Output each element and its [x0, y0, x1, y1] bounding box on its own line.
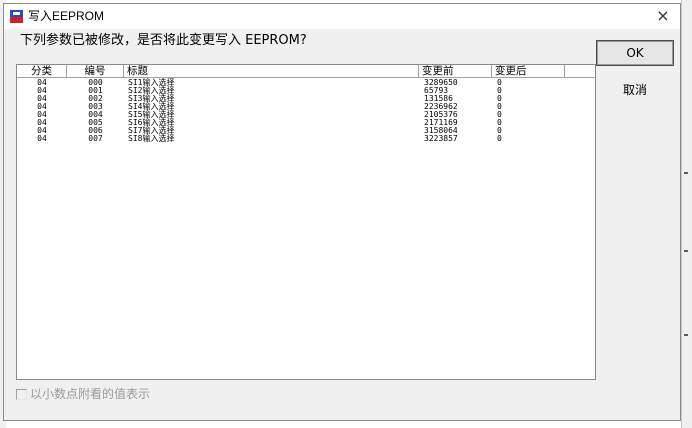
column-header-before[interactable]: 变更前	[419, 65, 492, 77]
cell-category: 04	[37, 134, 47, 143]
cell-before: 3223857	[424, 134, 458, 143]
background-mark	[684, 172, 688, 174]
list-rows: 04 000 SI1输入选择 3289650 0 04 001 SI2输入选择 65793 0 04…	[17, 79, 595, 143]
column-header-after[interactable]: 变更后	[492, 65, 565, 77]
cell-after: 0	[497, 86, 502, 95]
header-rule	[17, 77, 595, 78]
cell-after: 0	[497, 118, 502, 127]
cell-after: 0	[497, 78, 502, 87]
cell-after: 0	[497, 126, 502, 135]
background-mark	[684, 250, 688, 252]
background-window-right	[681, 0, 692, 428]
table-row[interactable]: 04 007 SI8输入选择 3223857 0	[17, 135, 595, 143]
list-header: 分类 编号 标题 变更前 变更后	[17, 65, 595, 77]
cell-after: 0	[497, 94, 502, 103]
prompt-text: 下列参数已被修改，是否将此变更写入 EEPROM?	[20, 33, 307, 48]
cell-number: 007	[88, 134, 103, 143]
eeprom-write-dialog: 写入EEPROM × 下列参数已被修改，是否将此变更写入 EEPROM? 分类 …	[3, 3, 681, 421]
table-row[interactable]: 04 002 SI3输入选择 131586 0	[17, 95, 595, 103]
table-row[interactable]: 04 003 SI4输入选择 2236962 0	[17, 103, 595, 111]
cell-after: 0	[497, 102, 502, 111]
window-title: 写入EEPROM	[28, 9, 105, 23]
column-header-title[interactable]: 标题	[124, 65, 419, 77]
table-row[interactable]: 04 001 SI2输入选择 65793 0	[17, 87, 595, 95]
column-header-category[interactable]: 分类	[17, 65, 67, 77]
table-row[interactable]: 04 006 SI7输入选择 3158064 0	[17, 127, 595, 135]
ok-button[interactable]: OK	[596, 40, 674, 66]
decimal-point-checkbox	[16, 389, 27, 400]
changed-parameters-list[interactable]: 分类 编号 标题 变更前 变更后 04 000 SI1输入选择 3289650 0 04 0…	[16, 64, 596, 380]
background-mark	[684, 334, 688, 336]
cancel-button[interactable]: 取消	[596, 77, 674, 103]
table-row[interactable]: 04 005 SI6输入选择 2171169 0	[17, 119, 595, 127]
app-icon	[10, 10, 23, 23]
column-header-number[interactable]: 编号	[67, 65, 124, 77]
cell-title: SI8输入选择	[128, 134, 175, 143]
table-row[interactable]: 04 004 SI5输入选择 2105376 0	[17, 111, 595, 119]
cell-after: 0	[497, 110, 502, 119]
title-bar[interactable]: 写入EEPROM ×	[4, 4, 680, 29]
table-row[interactable]: 04 000 SI1输入选择 3289650 0	[17, 79, 595, 87]
decimal-point-label: 以小数点附看的值表示	[30, 387, 151, 401]
cell-after: 0	[497, 134, 502, 143]
close-icon[interactable]: ×	[654, 6, 672, 26]
